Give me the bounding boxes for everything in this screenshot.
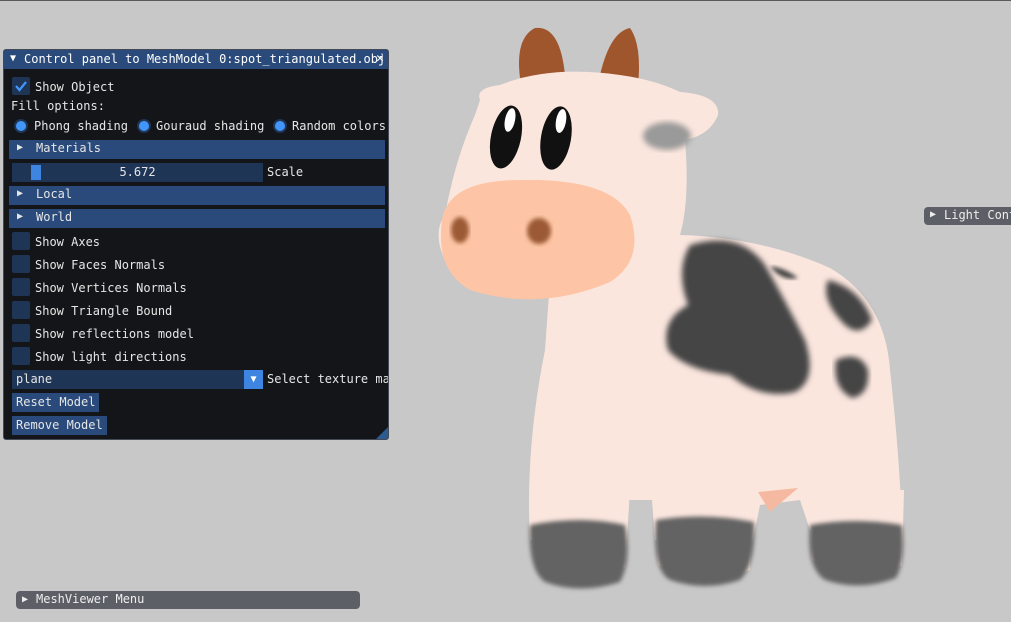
show-triangle-bound-label: Show Triangle Bound xyxy=(35,304,173,318)
show-vertices-normals-checkbox[interactable] xyxy=(12,278,30,296)
show-object-row[interactable]: Show Object xyxy=(4,77,388,97)
fill-options-row: Phong shading Gouraud shading Random col… xyxy=(4,116,388,136)
show-vertices-normals-row[interactable]: Show Vertices Normals xyxy=(4,278,388,298)
reset-model-button[interactable]: Reset Model xyxy=(12,393,100,412)
scale-slider[interactable]: 5.672 xyxy=(12,163,263,182)
expand-triangle-icon: ▶ xyxy=(22,594,29,605)
show-light-directions-row[interactable]: Show light directions xyxy=(4,347,388,367)
close-icon[interactable]: ✕ xyxy=(376,51,384,66)
random-colors-label: Random colors xyxy=(292,119,386,133)
viewport-cow-model xyxy=(438,27,904,589)
show-triangle-bound-row[interactable]: Show Triangle Bound xyxy=(4,301,388,321)
world-label: World xyxy=(36,210,73,224)
show-axes-label: Show Axes xyxy=(35,235,101,249)
materials-header[interactable]: ▶ Materials xyxy=(9,140,385,159)
meshviewer-menu-collapsed[interactable]: ▶ MeshViewer Menu xyxy=(16,591,360,609)
show-light-directions-label: Show light directions xyxy=(35,350,187,364)
scale-label: Scale xyxy=(267,165,304,179)
radio-dot-icon xyxy=(275,121,285,131)
expand-triangle-icon: ▶ xyxy=(17,211,24,222)
resize-grip-icon[interactable] xyxy=(376,427,388,439)
light-control-window-collapsed[interactable]: ▶ Light Cont xyxy=(924,207,1011,225)
show-faces-normals-label: Show Faces Normals xyxy=(35,258,166,272)
show-axes-checkbox[interactable] xyxy=(12,232,30,250)
expand-triangle-icon: ▶ xyxy=(930,209,937,220)
local-header[interactable]: ▶ Local xyxy=(9,186,385,205)
light-control-title: Light Cont xyxy=(944,208,1011,222)
gouraud-radio[interactable] xyxy=(137,119,151,133)
phong-label: Phong shading xyxy=(34,119,128,133)
expand-triangle-icon: ▶ xyxy=(17,142,24,153)
local-label: Local xyxy=(36,187,73,201)
checkmark-icon xyxy=(15,81,27,92)
materials-label: Materials xyxy=(36,141,102,155)
show-light-directions-checkbox[interactable] xyxy=(12,347,30,365)
show-reflections-model-label: Show reflections model xyxy=(35,327,194,341)
collapse-triangle-icon[interactable]: ▼ xyxy=(10,53,16,64)
show-object-label: Show Object xyxy=(35,80,115,94)
texture-select-value: plane xyxy=(16,372,53,386)
remove-model-button[interactable]: Remove Model xyxy=(12,416,107,435)
radio-dot-icon xyxy=(139,121,149,131)
random-colors-radio[interactable] xyxy=(273,119,287,133)
gouraud-label: Gouraud shading xyxy=(156,119,265,133)
show-object-checkbox[interactable] xyxy=(12,77,30,95)
show-faces-normals-row[interactable]: Show Faces Normals xyxy=(4,255,388,275)
radio-dot-icon xyxy=(16,121,26,131)
fill-options-label: Fill options: xyxy=(11,99,105,113)
show-faces-normals-checkbox[interactable] xyxy=(12,255,30,273)
show-vertices-normals-label: Show Vertices Normals xyxy=(35,281,187,295)
show-triangle-bound-checkbox[interactable] xyxy=(12,301,30,319)
control-panel-window[interactable]: ▼ Control panel to MeshModel 0:spot_tria… xyxy=(3,49,389,440)
window-top-edge xyxy=(0,0,1011,1)
texture-select[interactable]: plane ▼ xyxy=(12,370,263,389)
show-reflections-model-row[interactable]: Show reflections model xyxy=(4,324,388,344)
phong-radio[interactable] xyxy=(14,119,28,133)
expand-triangle-icon: ▶ xyxy=(17,188,24,199)
world-header[interactable]: ▶ World xyxy=(9,209,385,228)
texture-select-label: Select texture ma xyxy=(267,372,389,386)
show-reflections-model-checkbox[interactable] xyxy=(12,324,30,342)
control-panel-titlebar[interactable]: ▼ Control panel to MeshModel 0:spot_tria… xyxy=(4,50,388,69)
control-panel-title: Control panel to MeshModel 0:spot_triang… xyxy=(24,52,386,66)
meshviewer-menu-title: MeshViewer Menu xyxy=(36,592,145,606)
show-axes-row[interactable]: Show Axes xyxy=(4,232,388,252)
chevron-down-icon[interactable]: ▼ xyxy=(244,370,263,389)
scale-value: 5.672 xyxy=(119,165,156,179)
